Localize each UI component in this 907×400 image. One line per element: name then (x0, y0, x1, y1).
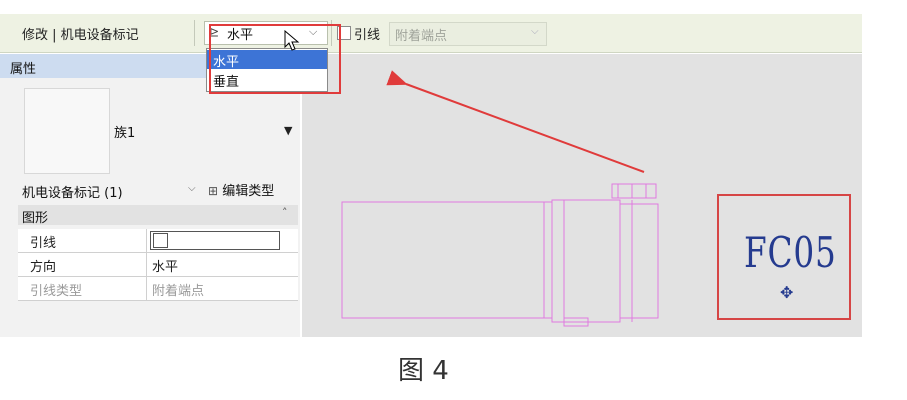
direction-property-value[interactable]: 水平 (152, 256, 178, 275)
edit-type-label: 编辑类型 (222, 184, 275, 199)
chevron-down-icon: ⌵ (531, 26, 539, 37)
edit-type-icon: ⊞ (208, 184, 219, 198)
property-row-leader: 引线 (18, 229, 298, 253)
property-label: 方向 (30, 260, 57, 275)
equipment-tag[interactable]: FC05 (744, 228, 837, 277)
type-preview-thumbnail (24, 88, 110, 174)
edit-type-button[interactable]: ⊞ 编辑类型 (208, 180, 274, 199)
properties-title: 属性 (10, 62, 37, 77)
options-bar: 修改 | 机电设备标记 ⊵ 水平 ⌵ 引线 附着端点 ⌵ (0, 14, 862, 53)
property-row-direction: 方向 水平 (18, 253, 298, 277)
property-row-leader-type: 引线类型 附着端点 (18, 277, 298, 301)
separator (194, 20, 195, 46)
leader-type-select: 附着端点 ⌵ (389, 22, 547, 46)
leader-value-checkbox[interactable] (153, 233, 168, 248)
leader-type-value: 附着端点 (395, 29, 448, 44)
type-selector-arrow-icon[interactable]: ▼ (284, 124, 292, 137)
graphics-group-label: 图形 (22, 211, 49, 226)
separator (146, 229, 147, 252)
leader-value-field[interactable] (150, 231, 280, 250)
figure-caption: 图 4 (398, 356, 449, 386)
property-label: 引线类型 (30, 284, 83, 299)
move-icon[interactable]: ✥ (780, 283, 793, 302)
chevron-down-icon: ⌵ (188, 183, 196, 194)
separator (146, 277, 147, 300)
graphics-group-header[interactable]: 图形 ˄ (18, 205, 298, 226)
family-name[interactable]: 族1 (114, 122, 135, 141)
separator (146, 253, 147, 276)
collapse-icon[interactable]: ˄ (282, 206, 288, 219)
type-filter-select[interactable]: 机电设备标记 (1) ⌵ (18, 180, 204, 201)
modify-tab-label[interactable]: 修改 | 机电设备标记 (22, 24, 139, 43)
leader-checkbox-label: 引线 (354, 28, 381, 43)
leader-type-property-value: 附着端点 (152, 284, 205, 299)
type-filter-label: 机电设备标记 (1) (22, 186, 123, 201)
direction-highlight-box (209, 24, 341, 94)
property-label: 引线 (30, 236, 57, 251)
mouse-pointer-icon (284, 30, 300, 51)
